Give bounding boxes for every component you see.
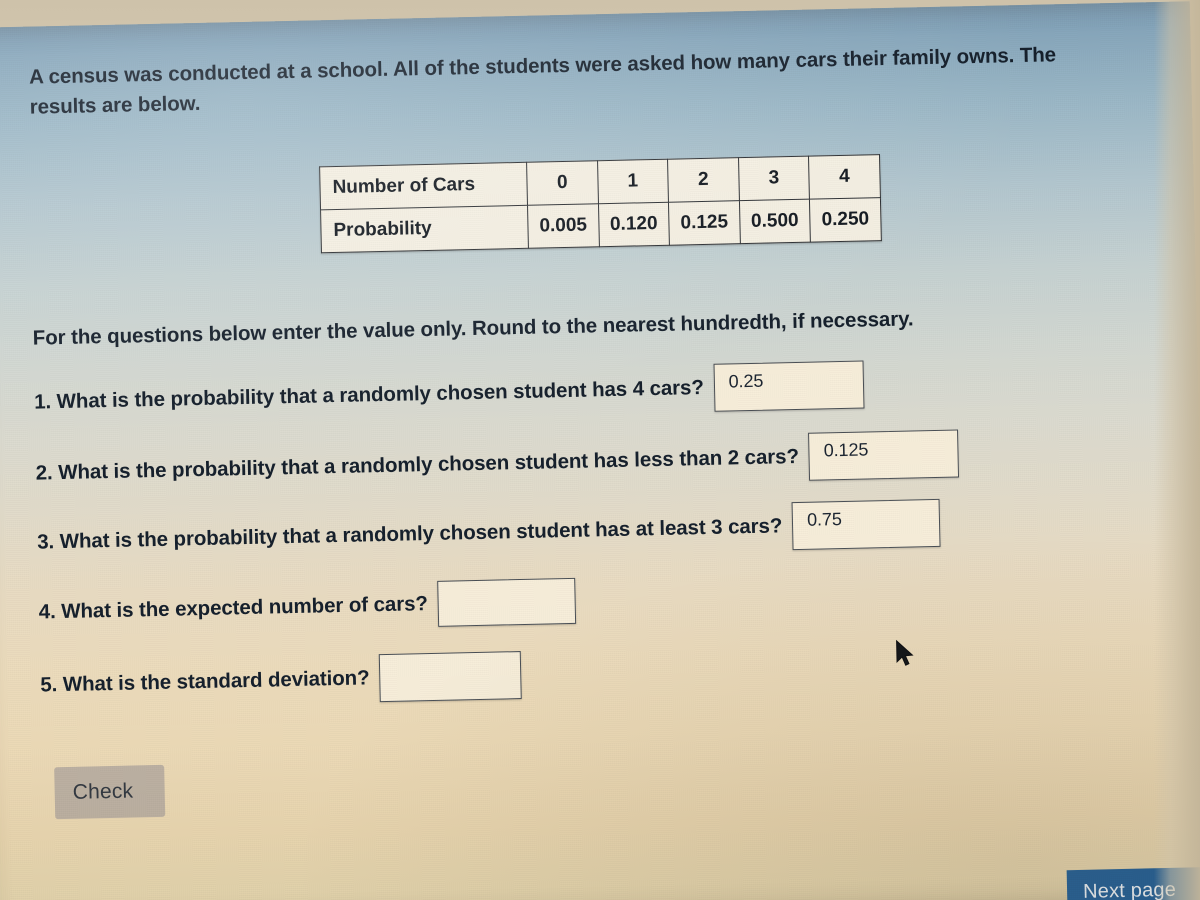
row-header-number-of-cars: Number of Cars [319, 162, 528, 210]
row-header-probability: Probability [320, 205, 529, 253]
cars-cell-2: 2 [667, 157, 740, 203]
intro-paragraph: A census was conducted at a school. All … [28, 43, 1057, 119]
question-4-label: 4. What is the expected number of cars? [38, 592, 429, 624]
question-3-label: 3. What is the probability that a random… [36, 514, 783, 554]
cars-cell-3: 3 [738, 156, 810, 201]
probability-cell-1: 0.120 [598, 202, 670, 247]
cars-cell-0: 0 [526, 160, 599, 206]
question-2: 2. What is the probability that a random… [35, 429, 960, 497]
question-2-answer-input[interactable]: 0.125 [808, 429, 960, 481]
next-page-button[interactable]: Next page [1066, 866, 1200, 900]
assignment-page: A census was conducted at a school. All … [0, 2, 1200, 900]
question-1-answer-input[interactable]: 0.25 [713, 360, 865, 412]
mouse-cursor-icon [896, 639, 914, 666]
cars-cell-4: 4 [808, 154, 881, 200]
screen-surface: A census was conducted at a school. All … [0, 1, 1200, 900]
instruction-text: For the questions below enter the value … [32, 307, 914, 350]
check-button[interactable]: Check [54, 764, 166, 820]
question-2-label: 2. What is the probability that a random… [35, 444, 800, 485]
probability-cell-3: 0.500 [739, 199, 811, 244]
probability-table-wrapper: Number of Cars 0 1 2 3 4 Probability 0.0… [319, 154, 882, 254]
question-5-label: 5. What is the standard deviation? [40, 666, 370, 697]
cars-cell-1: 1 [597, 159, 669, 204]
question-5: 5. What is the standard deviation? [40, 651, 522, 709]
probability-cell-4: 0.250 [809, 197, 882, 243]
question-1-label: 1. What is the probability that a random… [33, 375, 705, 414]
probability-cell-0: 0.005 [527, 203, 599, 249]
probability-cell-2: 0.125 [668, 200, 741, 246]
question-4: 4. What is the expected number of cars? [38, 577, 577, 636]
question-1: 1. What is the probability that a random… [33, 360, 865, 427]
question-3-answer-input[interactable]: 0.75 [791, 498, 941, 551]
question-3: 3. What is the probability that a random… [36, 498, 941, 567]
question-5-answer-input[interactable] [378, 651, 522, 703]
question-4-answer-input[interactable] [437, 577, 577, 627]
photo-of-screen: A census was conducted at a school. All … [0, 0, 1200, 900]
probability-distribution-table: Number of Cars 0 1 2 3 4 Probability 0.0… [319, 154, 882, 254]
